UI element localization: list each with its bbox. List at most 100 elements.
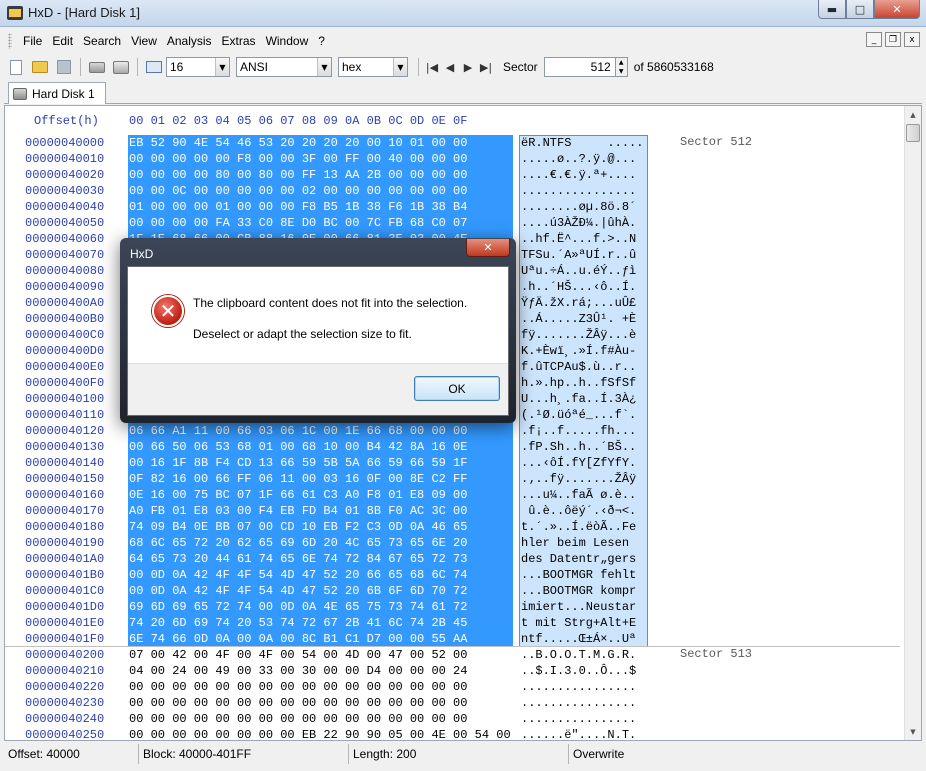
ok-button[interactable]: OK [414,376,500,401]
row-text[interactable]: ....€.€.ÿ.ª+.... [521,167,636,183]
next-sector-button[interactable]: ▶ [459,57,477,77]
row-hex-bytes[interactable]: 68 6C 65 72 20 62 65 69 6D 20 4C 65 73 6… [129,535,467,551]
row-text[interactable]: ....ú3ÀŽÐ¼.|ûhÀ. [521,215,636,231]
row-text[interactable]: des Datentr„gers [521,551,636,567]
vertical-scrollbar[interactable]: ▲ ▼ [904,106,921,740]
row-text[interactable]: ntf.....Œ±Á×..Uª [521,631,636,647]
row-text[interactable]: .f¡..f.....fh... [521,423,636,439]
spin-up-icon[interactable]: ▲ [616,58,627,67]
mdi-minimize-button[interactable]: _ [866,32,882,47]
sector-spinner[interactable]: ▲ ▼ [615,57,628,77]
row-hex-bytes[interactable]: 00 00 00 00 00 F8 00 00 3F 00 FF 00 40 0… [129,151,467,167]
scroll-up-icon[interactable]: ▲ [905,106,921,123]
row-hex-bytes[interactable]: 74 09 B4 0E BB 07 00 CD 10 EB F2 C3 0D 0… [129,519,467,535]
chevron-down-icon[interactable]: ▼ [215,58,229,76]
row-hex-bytes[interactable]: 00 00 0C 00 00 00 00 00 02 00 00 00 00 0… [129,183,467,199]
row-hex-bytes[interactable]: 00 00 00 00 80 00 80 00 FF 13 AA 2B 00 0… [129,167,467,183]
menu-edit[interactable]: Edit [47,34,78,48]
row-hex-bytes[interactable]: 00 00 00 00 00 00 00 00 00 00 00 00 00 0… [129,695,467,711]
close-button[interactable]: ✕ [874,0,920,19]
row-text[interactable]: ...‹ôÍ.fY[ZfYfY. [521,455,636,471]
scroll-down-icon[interactable]: ▼ [905,723,921,740]
prev-sector-button[interactable]: ◀ [441,57,459,77]
row-hex-bytes[interactable]: 00 00 00 00 FA 33 C0 8E D0 BC 00 7C FB 6… [129,215,467,231]
open-disk-button[interactable] [111,57,131,77]
row-text[interactable]: t.´.»..Í.ëòÃ..Fe [521,519,636,535]
row-text[interactable]: ......ë"....N.T. [521,727,636,743]
mdi-restore-button[interactable]: ❐ [885,32,901,47]
row-text[interactable]: Uªu.÷Á..u.éÝ..ƒì [521,263,636,279]
tab-hard-disk-1[interactable]: Hard Disk 1 [8,82,106,104]
row-hex-bytes[interactable]: 69 6D 69 65 72 74 00 0D 0A 4E 65 75 73 7… [129,599,467,615]
row-text[interactable]: ..B.O.O.T.M.G.R. [521,647,636,663]
menu-view[interactable]: View [126,34,162,48]
row-text[interactable]: t mit Strg+Alt+E [521,615,636,631]
row-hex-bytes[interactable]: EB 52 90 4E 54 46 53 20 20 20 20 00 10 0… [129,135,467,151]
row-text[interactable]: ŸƒÄ.žX.rá;...uÛ£ [521,295,636,311]
row-text[interactable]: ..$.I.3.0..Ô...$ [521,663,636,679]
menu-analysis[interactable]: Analysis [162,34,217,48]
scroll-thumb[interactable] [906,124,920,142]
dialog-close-button[interactable]: ✕ [466,239,510,257]
chevron-down-icon[interactable]: ▼ [317,58,331,76]
menu-file[interactable]: File [18,34,47,48]
chevron-down-icon[interactable]: ▼ [393,58,407,76]
row-hex-bytes[interactable]: 00 66 50 06 53 68 01 00 68 10 00 B4 42 8… [129,439,467,455]
row-text[interactable]: ........øµ.8ö.8´ [521,199,636,215]
row-hex-bytes[interactable]: 00 00 00 00 00 00 00 00 00 00 00 00 00 0… [129,679,467,695]
row-text[interactable]: K.+Èwï¸.»Í.f#Àu- [521,343,636,359]
row-text[interactable]: h.».hp..h..fSfSf [521,375,636,391]
row-text[interactable]: ................ [521,695,636,711]
row-hex-bytes[interactable]: 01 00 00 00 01 00 00 00 F8 B5 1B 38 F6 1… [129,199,467,215]
row-text[interactable]: ................ [521,711,636,727]
hex-editor[interactable]: Offset(h) 00 01 02 03 04 05 06 07 08 09 … [4,105,922,743]
menu-search[interactable]: Search [78,34,126,48]
row-text[interactable]: ...u¼..faÃ ø.è.. [521,487,636,503]
charset-select[interactable]: ANSI ▼ [236,57,332,77]
row-text[interactable]: hler beim Lesen [521,535,636,551]
row-hex-bytes[interactable]: 64 65 73 20 44 61 74 65 6E 74 72 84 67 6… [129,551,467,567]
row-text[interactable]: U...h¸.fa..Í.3À¿ [521,391,636,407]
row-hex-bytes[interactable]: 00 16 1F 8B F4 CD 13 66 59 5B 5A 66 59 6… [129,455,467,471]
offset-base-select[interactable]: hex ▼ [338,57,408,77]
bytes-per-row-select[interactable]: 16 ▼ [166,57,230,77]
minimize-button[interactable]: ▬ [818,0,846,19]
row-text[interactable]: ...BOOTMGR fehlt [521,567,636,583]
row-text[interactable]: TFSu.´A»ªUÍ.r..û [521,247,636,263]
row-text[interactable]: ..Á.....Z3Û¹. +È [521,311,636,327]
row-text[interactable]: f.ûTCPAu$.ù..r.. [521,359,636,375]
menu-window[interactable]: Window [261,34,314,48]
row-text[interactable]: imiert...Neustar [521,599,636,615]
row-hex-bytes[interactable]: 0F 82 16 00 66 FF 06 11 00 03 16 0F 00 8… [129,471,467,487]
spin-down-icon[interactable]: ▼ [616,67,627,76]
sector-input[interactable]: 512 [543,57,616,77]
open-file-button[interactable] [30,57,50,77]
row-text[interactable]: .h..´HŠ...‹ô..Í. [521,279,636,295]
row-hex-bytes[interactable]: 74 20 6D 69 74 20 53 74 72 67 2B 41 6C 7… [129,615,467,631]
row-hex-bytes[interactable]: 00 0D 0A 42 4F 4F 54 4D 47 52 20 66 65 6… [129,567,467,583]
row-hex-bytes[interactable]: 00 0D 0A 42 4F 4F 54 4D 47 52 20 6B 6F 6… [129,583,467,599]
row-hex-bytes[interactable]: 00 00 00 00 00 00 00 00 EB 22 90 90 05 0… [129,727,511,743]
row-text[interactable]: ëR.NTFS ..... [521,135,643,151]
row-text[interactable]: fÿ.......ŽÂÿ...è [521,327,636,343]
row-text[interactable]: ...BOOTMGR kompr [521,583,636,599]
row-hex-bytes[interactable]: A0 FB 01 E8 03 00 F4 EB FD B4 01 8B F0 A… [129,503,467,519]
row-hex-bytes[interactable]: 6E 74 66 0D 0A 00 0A 00 8C B1 C1 D7 00 0… [129,631,467,647]
save-button[interactable] [54,57,74,77]
mdi-close-button[interactable]: x [904,32,920,47]
row-text[interactable]: ..hf.Ë^...f.>..N [521,231,636,247]
menu-extras[interactable]: Extras [217,34,261,48]
row-text[interactable]: û.è..ôëý´.‹ð¬<. [521,503,636,519]
row-hex-bytes[interactable]: 0E 16 00 75 BC 07 1F 66 61 C3 A0 F8 01 E… [129,487,467,503]
row-text[interactable]: .fP.Sh..h..´BŠ.. [521,439,636,455]
row-hex-bytes[interactable]: 00 00 00 00 00 00 00 00 00 00 00 00 00 0… [129,711,467,727]
row-hex-bytes[interactable]: 04 00 24 00 49 00 33 00 30 00 00 D4 00 0… [129,663,467,679]
row-hex-bytes[interactable]: 06 66 A1 11 00 66 03 06 1C 00 1E 66 68 0… [129,423,467,439]
new-file-button[interactable] [6,57,26,77]
row-text[interactable]: (.¹Ø.üóªé_...f`. [521,407,636,423]
last-sector-button[interactable]: ▶| [477,57,495,77]
first-sector-button[interactable]: |◀ [423,57,441,77]
menu-help[interactable]: ? [313,34,330,48]
row-text[interactable]: ................ [521,679,636,695]
row-text[interactable]: .‚..fÿ.......ŽÂÿ [521,471,636,487]
